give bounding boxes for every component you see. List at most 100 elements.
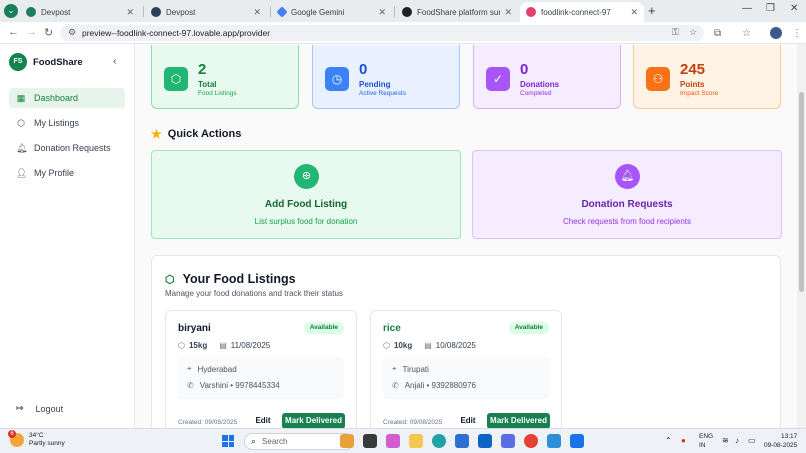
edit-button[interactable]: Edit	[248, 413, 278, 428]
security-icon[interactable]: ●	[681, 436, 686, 445]
logout-button[interactable]: ↦ Logout	[16, 403, 63, 414]
edge-browser-icon[interactable]	[432, 434, 446, 448]
close-tab-icon[interactable]: ✕	[504, 7, 512, 18]
profile-avatar[interactable]	[770, 27, 782, 39]
minimize-icon[interactable]: —	[742, 3, 752, 14]
phone-icon: ✆	[187, 381, 194, 390]
weather-condition: Partly sunny	[29, 440, 65, 447]
edit-button[interactable]: Edit	[453, 413, 483, 428]
volume-icon[interactable]: ♪	[735, 436, 739, 445]
stat-sublabel: Active Requests	[359, 90, 406, 97]
weather-widget[interactable]: 6 34°C Partly sunny	[8, 430, 65, 448]
browser-tab-foodshare-summary[interactable]: FoodShare platform summary ✕	[396, 2, 518, 22]
browser-tab-foodlink-active[interactable]: foodlink-connect-97 ✕	[520, 2, 644, 22]
stat-card-total-listings: ⬡ 2 Total Food Listings	[151, 45, 299, 109]
collapse-sidebar-chevron-icon[interactable]: ‹	[113, 56, 116, 67]
file-explorer-icon[interactable]	[409, 434, 423, 448]
battery-icon[interactable]: ▭	[748, 436, 756, 445]
tab-search-icon[interactable]: ⌄	[4, 4, 18, 18]
stat-label: Pending	[359, 80, 391, 89]
phone-icon: ✆	[392, 381, 399, 390]
browser-tab-gemini[interactable]: Google Gemini ✕	[272, 2, 392, 22]
browser-tab-devpost-1[interactable]: Devpost ✕	[20, 2, 140, 22]
bookmark-star-icon[interactable]: ☆	[689, 27, 697, 38]
sidebar-item-label: Dashboard	[34, 93, 79, 103]
browser-tab-devpost-2[interactable]: Devpost ✕	[145, 2, 267, 22]
package-icon: ⬡	[164, 67, 188, 91]
taskbar-search[interactable]: ⌕ Search	[244, 433, 354, 450]
sidebar-item-dashboard[interactable]: ▦ Dashboard	[9, 88, 125, 108]
close-tab-icon[interactable]: ✕	[126, 7, 134, 18]
close-tab-icon[interactable]: ✕	[630, 7, 638, 18]
settings-app-icon[interactable]	[501, 434, 515, 448]
close-tab-icon[interactable]: ✕	[253, 7, 261, 18]
mail-icon[interactable]	[455, 434, 469, 448]
food-listing-card: biryani Available ⬡ 15kg ▤ 11/08/2025 ⌖ …	[165, 310, 357, 428]
restore-icon[interactable]: ❐	[766, 3, 775, 14]
pickup-info-box: ⌖ Hyderabad ✆ Varshini • 9978445334	[178, 357, 344, 399]
quantity: 15kg	[188, 341, 208, 350]
created-date: Created: 09/08/2025	[383, 419, 443, 426]
vscode-icon[interactable]	[547, 434, 561, 448]
window-close-icon[interactable]: ✕	[790, 3, 798, 14]
file-app-icon[interactable]	[363, 434, 377, 448]
site-info-icon[interactable]: ⚙	[68, 27, 76, 38]
outlook-icon[interactable]	[478, 434, 492, 448]
scrollbar-thumb[interactable]	[799, 92, 804, 292]
food-name: biryani	[178, 323, 211, 334]
wifi-icon[interactable]: ≋	[722, 436, 729, 445]
food-name: rice	[383, 323, 401, 334]
calculator-icon[interactable]	[570, 434, 584, 448]
sidebar-item-my-listings[interactable]: ⬡ My Listings	[9, 113, 125, 133]
user-icon: 👤︎	[16, 167, 28, 178]
language-indicator[interactable]: ENG IN	[699, 432, 713, 450]
expiry-date: 11/08/2025	[230, 341, 271, 350]
stat-card-points: ⚇ 245 Points Impact Score	[633, 45, 781, 109]
url-text[interactable]: preview--foodlink-connect-97.lovable.app…	[82, 28, 270, 38]
copilot-icon[interactable]	[386, 434, 400, 448]
mark-delivered-button[interactable]: Mark Delivered	[487, 413, 550, 428]
sidebar-item-label: My Listings	[34, 118, 80, 128]
page-scrollbar[interactable]	[797, 44, 806, 428]
password-key-icon[interactable]: ⚿	[672, 27, 679, 38]
chrome-icon[interactable]	[524, 434, 538, 448]
search-icon: ⌕	[251, 436, 257, 446]
bookmarks-icon[interactable]: ☆	[742, 28, 751, 39]
section-title: Your Food Listings	[182, 272, 296, 286]
status-badge: Available	[508, 322, 549, 334]
brand[interactable]: FS FoodShare	[9, 53, 83, 71]
mark-delivered-button[interactable]: Mark Delivered	[282, 413, 345, 428]
reload-icon[interactable]: ↻	[44, 26, 53, 39]
plus-circle-icon: ⊕	[294, 164, 319, 189]
show-hidden-icons-chevron-icon[interactable]: ⌃	[665, 436, 672, 445]
card-title: Add Food Listing	[264, 199, 348, 210]
new-tab-plus-icon[interactable]: +	[648, 3, 656, 18]
forward-arrow-icon[interactable]: →	[26, 26, 37, 38]
main-content: ⬡ 2 Total Food Listings ◷ 0 Pending Acti…	[135, 44, 797, 428]
sidebar-item-donation-requests[interactable]: 🔔︎ Donation Requests	[9, 138, 125, 158]
add-food-listing-card[interactable]: ⊕ Add Food Listing List surplus food for…	[151, 150, 461, 239]
url-omnibox[interactable]: ⚙ preview--foodlink-connect-97.lovable.a…	[60, 25, 704, 41]
bell-icon: 🔔︎	[16, 142, 28, 153]
star-icon: ★	[151, 127, 162, 141]
logout-label: Logout	[35, 403, 64, 414]
browser-menu-icon[interactable]: ⋮	[792, 28, 802, 39]
sidebar: FS FoodShare ‹ ▦ Dashboard ⬡ My Listings…	[0, 44, 135, 428]
close-tab-icon[interactable]: ✕	[378, 7, 386, 18]
extensions-icon[interactable]: ⧉	[714, 28, 721, 39]
donation-requests-card[interactable]: 🔔︎ Donation Requests Check requests from…	[472, 150, 782, 239]
windows-start-icon[interactable]	[222, 435, 234, 447]
widget-app-icon[interactable]	[340, 434, 354, 448]
system-clock[interactable]: 13:17 09-08-2025	[764, 432, 797, 450]
stat-value: 0	[520, 61, 529, 78]
package-icon: ⬡	[383, 341, 390, 350]
stat-card-pending: ◷ 0 Pending Active Requests	[312, 45, 460, 109]
back-arrow-icon[interactable]: ←	[8, 26, 19, 38]
food-meta: ⬡ 15kg ▤ 11/08/2025	[178, 341, 270, 350]
card-title: Donation Requests	[581, 199, 673, 210]
sidebar-item-my-profile[interactable]: 👤︎ My Profile	[9, 163, 125, 183]
pickup-info-box: ⌖ Tirupati ✆ Anjali • 9392880976	[383, 357, 549, 399]
location-line: ⌖ Hyderabad	[187, 364, 237, 374]
section-subtitle: Manage your food donations and track the…	[165, 289, 343, 298]
expiry-date: 10/08/2025	[435, 341, 476, 350]
